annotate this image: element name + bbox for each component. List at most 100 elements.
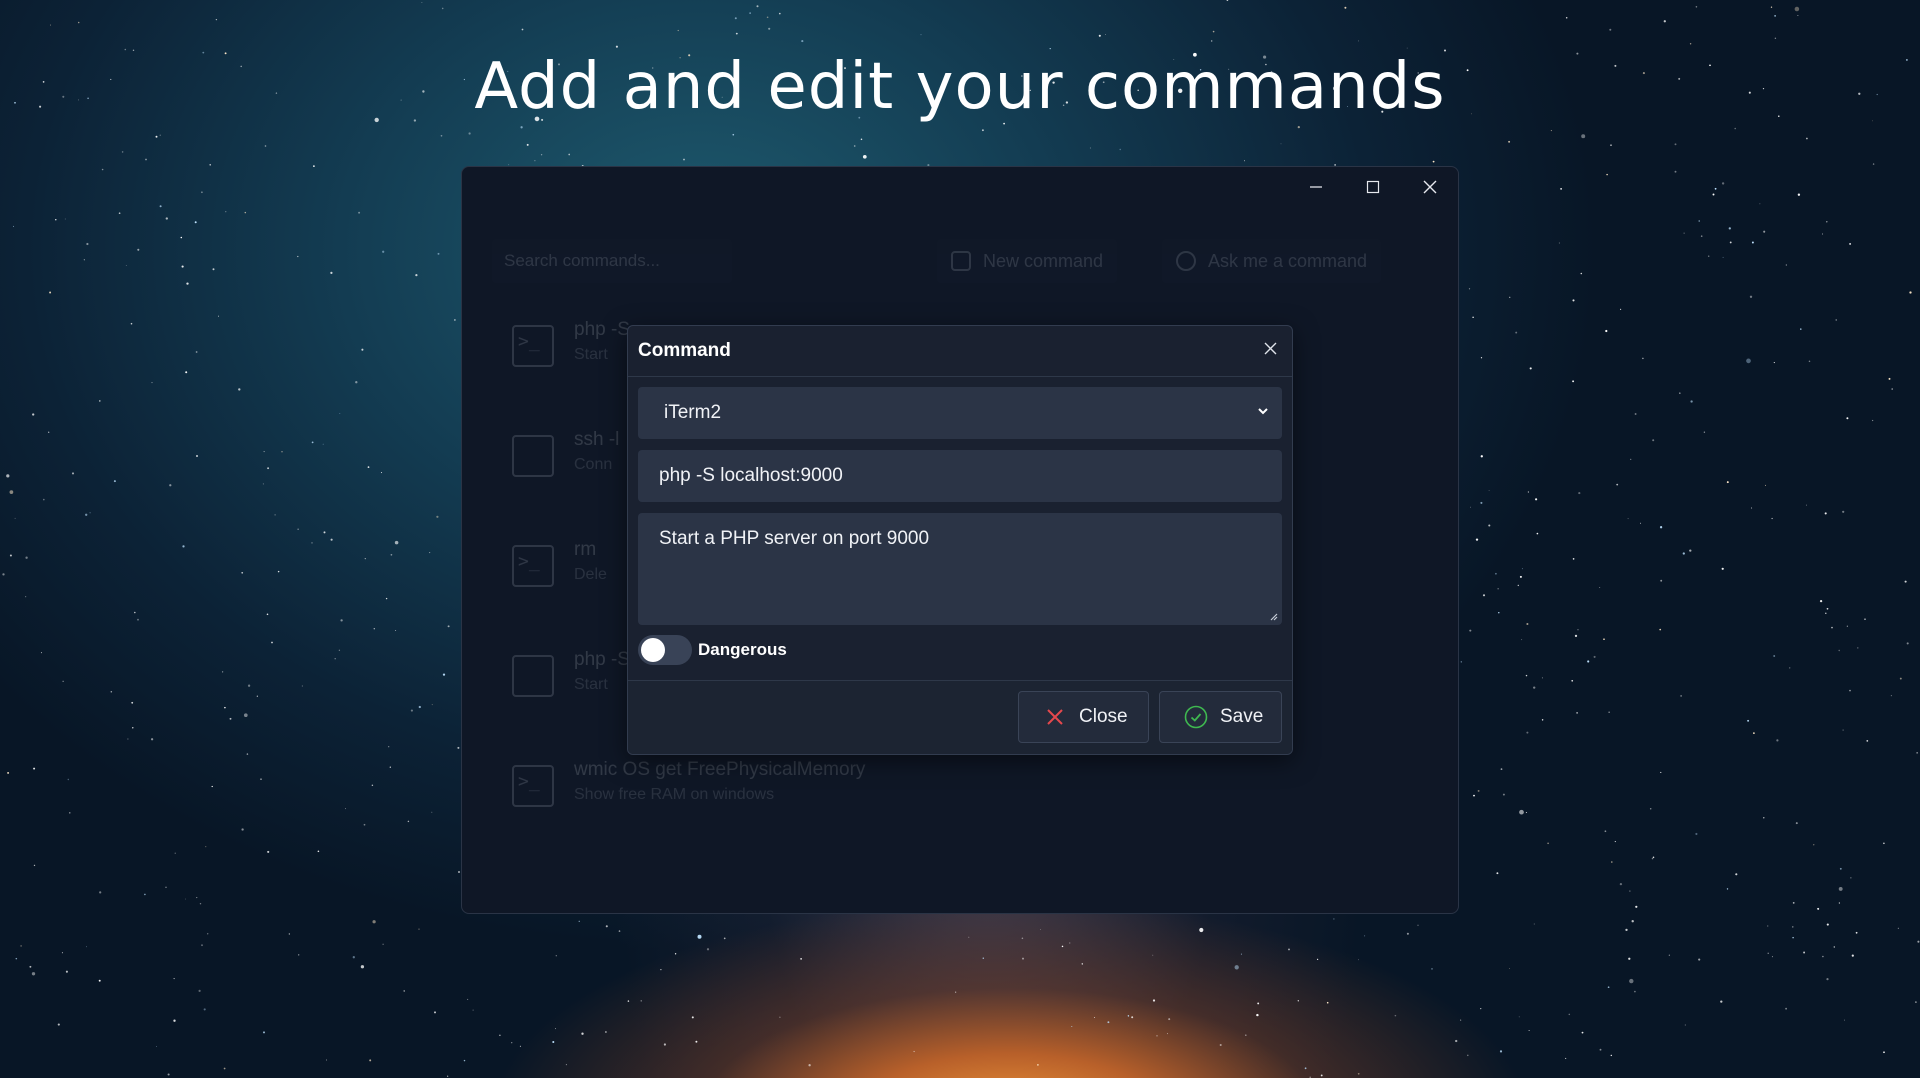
- dangerous-label: Dangerous: [698, 640, 787, 659]
- minimize-icon: [1309, 186, 1322, 188]
- star: [1568, 1013, 1571, 1016]
- star: [48, 431, 50, 433]
- dialog-close-button[interactable]: [1258, 336, 1282, 360]
- list-item-description: Start: [574, 676, 608, 693]
- star: [99, 400, 101, 402]
- star: [1525, 811, 1527, 814]
- star: [151, 382, 153, 384]
- star: [6, 474, 10, 478]
- command-input[interactable]: php -S localhost:9000: [638, 450, 1282, 502]
- star: [61, 952, 63, 954]
- star: [1256, 1013, 1259, 1017]
- star: [1630, 458, 1632, 461]
- star: [1849, 242, 1852, 245]
- star: [955, 991, 957, 993]
- star: [1614, 841, 1616, 843]
- star: [71, 472, 75, 475]
- star: [311, 542, 313, 544]
- star: [1604, 830, 1607, 833]
- star: [1891, 388, 1893, 390]
- star: [173, 978, 175, 980]
- list-item[interactable]: >_ wmic OS get FreePhysicalMemory Show f…: [512, 759, 1312, 819]
- star: [1883, 842, 1885, 845]
- star: [1467, 1054, 1469, 1057]
- star: [194, 221, 197, 224]
- resize-grip-icon[interactable]: [1268, 611, 1278, 621]
- star: [55, 219, 57, 221]
- star: [1620, 308, 1622, 310]
- star: [330, 538, 333, 541]
- star: [1649, 808, 1652, 810]
- star: [288, 933, 290, 935]
- star: [1767, 952, 1769, 954]
- star: [223, 1067, 226, 1070]
- star: [519, 1045, 521, 1047]
- star: [1529, 367, 1532, 370]
- star: [768, 27, 771, 30]
- star: [274, 514, 276, 516]
- window-close-button[interactable]: [1401, 167, 1458, 207]
- star: [25, 556, 28, 559]
- dialog-header: Command: [628, 326, 1292, 377]
- sparkle-icon: [1176, 251, 1196, 271]
- dangerous-toggle[interactable]: [638, 635, 692, 665]
- star: [85, 513, 88, 516]
- star: [447, 1075, 449, 1077]
- terminal-select[interactable]: iTerm2: [638, 387, 1282, 439]
- star: [215, 18, 218, 21]
- star: [499, 1034, 501, 1037]
- star: [1634, 413, 1637, 415]
- star: [137, 618, 139, 621]
- star: [1599, 1048, 1602, 1051]
- star: [1826, 607, 1829, 610]
- description-textarea[interactable]: Start a PHP server on port 9000: [638, 513, 1282, 625]
- star: [1495, 572, 1497, 575]
- star: [390, 553, 393, 556]
- star: [1838, 886, 1843, 891]
- star: [1890, 695, 1892, 697]
- search-commands-input[interactable]: Search commands...: [492, 239, 732, 283]
- maximize-button[interactable]: [1344, 167, 1401, 207]
- star: [180, 236, 183, 239]
- star: [145, 158, 147, 161]
- star: [1915, 1001, 1917, 1003]
- star: [801, 40, 804, 43]
- star: [1533, 923, 1535, 925]
- star: [1040, 929, 1041, 931]
- star: [238, 388, 241, 391]
- star: [1528, 1030, 1530, 1031]
- star: [364, 557, 366, 560]
- close-button[interactable]: Close: [1018, 691, 1149, 743]
- star: [1358, 959, 1359, 961]
- star: [468, 132, 471, 135]
- new-command-label: New command: [983, 250, 1104, 271]
- ask-command-button[interactable]: Ask me a command: [1162, 239, 1382, 283]
- star: [229, 717, 232, 720]
- minimize-button[interactable]: [1287, 167, 1344, 207]
- star: [1800, 328, 1802, 330]
- star: [1695, 832, 1698, 836]
- list-item-command: rm: [574, 539, 597, 560]
- star: [29, 965, 32, 968]
- star: [1611, 861, 1613, 863]
- save-button[interactable]: Save: [1159, 691, 1282, 743]
- x-icon: [1043, 705, 1067, 729]
- star: [1297, 1000, 1299, 1002]
- star: [447, 625, 450, 628]
- star: [540, 154, 543, 156]
- star: [1833, 946, 1836, 948]
- star: [1770, 6, 1773, 8]
- star: [1904, 580, 1907, 583]
- star: [40, 652, 42, 654]
- star: [1785, 264, 1787, 266]
- star: [1763, 230, 1766, 233]
- new-command-button[interactable]: New command: [937, 239, 1118, 283]
- star: [298, 954, 300, 956]
- star: [429, 552, 431, 554]
- star: [1703, 431, 1706, 433]
- star: [2, 573, 5, 576]
- star: [1792, 926, 1794, 928]
- ask-command-label: Ask me a command: [1208, 250, 1368, 271]
- star: [301, 685, 303, 687]
- star: [1508, 140, 1511, 143]
